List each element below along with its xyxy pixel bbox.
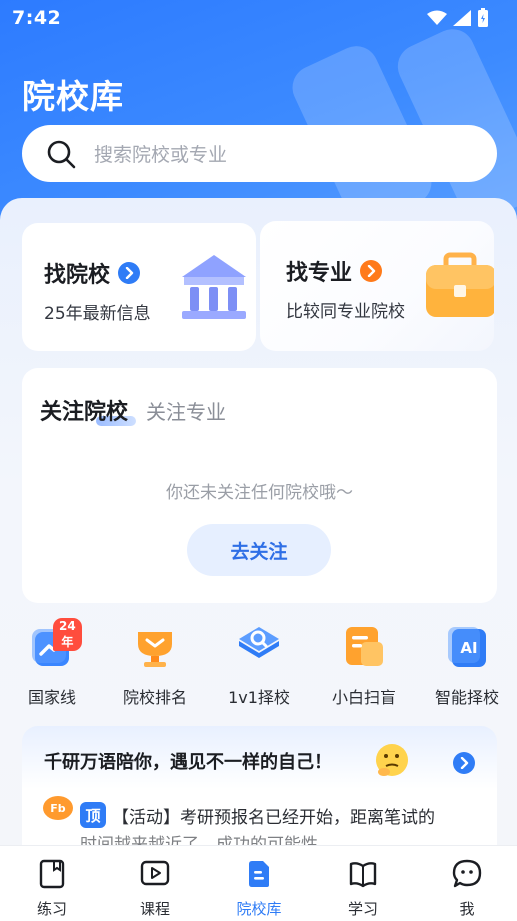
trophy-icon <box>138 632 172 667</box>
find-major-card[interactable]: 找专业 比较同专业院校 <box>260 221 494 351</box>
search-shield-icon <box>239 627 279 658</box>
tab-school-library[interactable]: 院校库 <box>219 858 299 919</box>
chevron-right-icon <box>360 260 383 282</box>
search-input[interactable]: 搜索院校或专业 <box>22 125 497 182</box>
school-library-icon <box>249 861 269 887</box>
document-icon <box>346 627 383 666</box>
ai-icon: AI <box>448 627 486 667</box>
svg-text:AI: AI <box>460 639 477 657</box>
tab-me[interactable]: 我 <box>427 858 507 919</box>
book-icon <box>39 859 65 889</box>
battery-icon <box>478 8 488 27</box>
status-time: 7:42 <box>12 7 62 29</box>
find-school-subtitle: 25年最新信息 <box>44 304 151 324</box>
tab-courses[interactable]: 课程 <box>115 858 195 919</box>
quick-actions: 24年 国家线 院校排名 1v1择校 小白扫盲 AI 智能择校 <box>0 618 517 710</box>
quick-action-ranking[interactable]: 院校排名 <box>105 620 205 708</box>
quick-action-smart-choice[interactable]: AI 智能择校 <box>417 620 517 708</box>
quick-action-label: 院校排名 <box>122 688 187 707</box>
tab-label: 院校库 <box>236 900 282 918</box>
news-item[interactable]: 顶 【活动】考研预报名已经开始，距离笔试的 <box>80 802 435 828</box>
status-bar: 7:42 <box>0 0 517 36</box>
tab-label: 课程 <box>139 900 170 918</box>
bottom-tab-bar: 练习 课程 院校库 学习 我 <box>0 845 517 921</box>
bank-building-icon <box>182 255 246 319</box>
quick-action-national-line[interactable]: 24年 国家线 <box>2 618 102 708</box>
year-badge: 24年 <box>53 618 82 651</box>
chevron-right-icon[interactable] <box>453 752 475 774</box>
pinned-tag: 顶 <box>80 802 106 828</box>
quick-action-label: 智能择校 <box>434 688 499 707</box>
video-play-icon <box>140 860 170 886</box>
news-text: 【活动】考研预报名已经开始，距离笔试的 <box>112 807 435 828</box>
find-school-card[interactable]: 找院校 25年最新信息 <box>22 223 256 351</box>
tab-follow-schools[interactable]: 关注院校 <box>40 394 136 426</box>
follow-card: 关注院校 关注专业 你还未关注任何院校哦～ 去关注 <box>22 368 497 603</box>
thinking-face-icon <box>376 744 408 776</box>
quick-action-1v1[interactable]: 1v1择校 <box>209 620 309 708</box>
quick-action-beginner[interactable]: 小白扫盲 <box>314 620 414 708</box>
page-title: 院校库 <box>22 77 124 116</box>
promo-title: 千研万语陪你，遇见不一样的自己！ <box>44 752 332 773</box>
brand-logo-icon: Fb <box>43 796 73 820</box>
briefcase-icon <box>426 252 494 317</box>
find-major-title: 找专业 <box>286 261 353 286</box>
tab-practice[interactable]: 练习 <box>12 858 92 919</box>
find-school-title: 找院校 <box>44 263 111 288</box>
tab-label: 我 <box>459 900 475 918</box>
open-book-icon <box>349 862 377 888</box>
tab-follow-majors[interactable]: 关注专业 <box>146 396 226 425</box>
tab-follow-schools-label: 关注院校 <box>40 400 129 425</box>
chat-face-icon <box>452 859 482 888</box>
tab-label: 练习 <box>36 900 67 918</box>
signal-icon <box>453 10 471 26</box>
chevron-right-icon <box>118 262 141 284</box>
find-major-subtitle: 比较同专业院校 <box>286 302 405 322</box>
search-placeholder: 搜索院校或专业 <box>94 144 228 166</box>
quick-action-label: 国家线 <box>27 688 76 707</box>
tab-label: 学习 <box>347 900 378 918</box>
search-icon <box>47 140 76 168</box>
go-follow-button[interactable]: 去关注 <box>187 524 331 576</box>
wifi-icon <box>427 10 447 25</box>
empty-state-text: 你还未关注任何院校哦～ <box>166 483 353 503</box>
quick-action-label: 小白扫盲 <box>331 688 396 707</box>
quick-action-label: 1v1择校 <box>228 688 290 707</box>
tab-study[interactable]: 学习 <box>323 858 403 919</box>
svg-text:Fb: Fb <box>50 802 66 815</box>
